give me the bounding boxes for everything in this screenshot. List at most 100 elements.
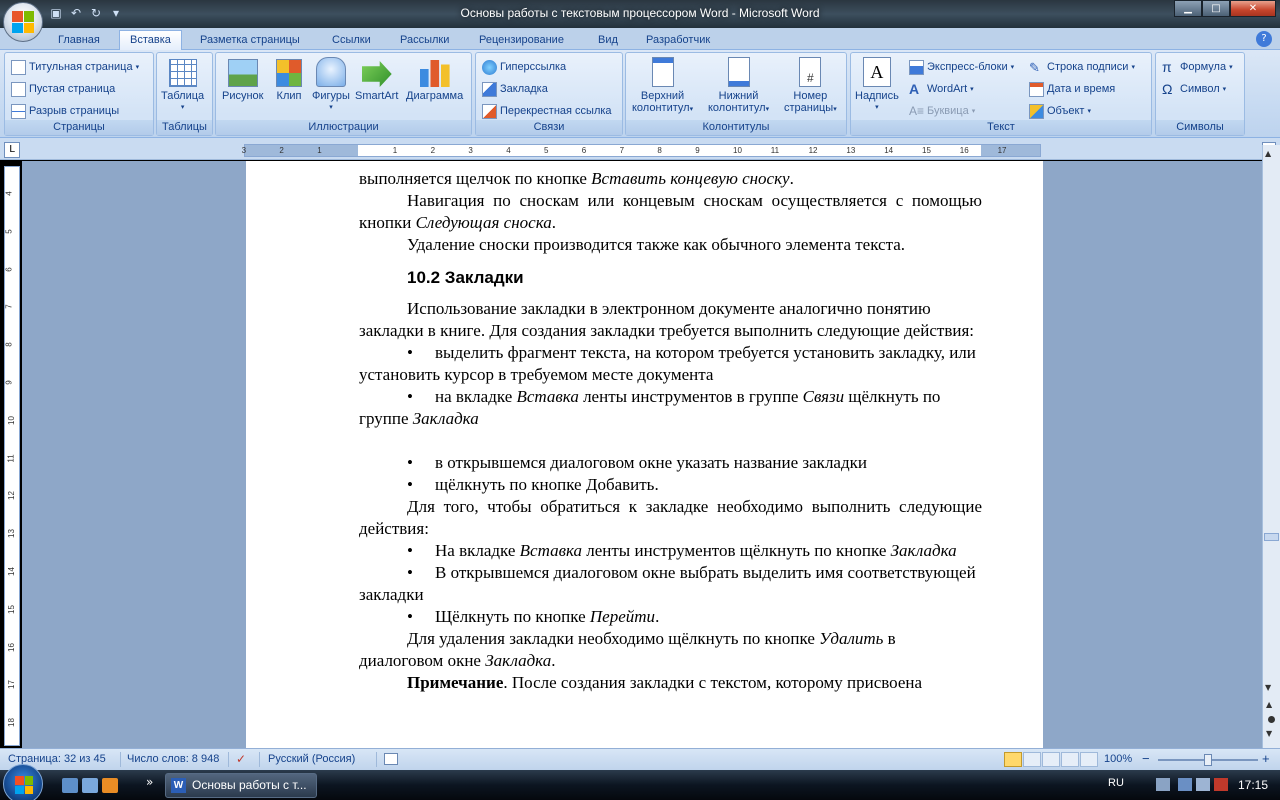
word-count[interactable]: Число слов: 8 948	[127, 753, 219, 765]
signature-line-button[interactable]: ✎ Строка подписи ▾	[1029, 57, 1135, 77]
tab-review[interactable]: Рецензирование	[469, 31, 574, 50]
zoom-slider[interactable]	[1158, 754, 1258, 766]
outline-view-button[interactable]	[1061, 752, 1079, 767]
vertical-scrollbar[interactable]: ▲ ▼ ▲ ▼	[1262, 145, 1280, 748]
office-button[interactable]	[3, 2, 43, 42]
dropcap-button[interactable]: A≡ Буквица ▾	[909, 101, 975, 121]
zoom-level[interactable]: 100%	[1104, 753, 1132, 765]
page-number-button[interactable]: # Номер страницы▾	[784, 57, 837, 116]
object-icon	[1029, 103, 1044, 119]
equation-button[interactable]: π Формула ▾	[1162, 57, 1233, 77]
textbox-button[interactable]: A Надпись ▾	[855, 57, 899, 114]
group-label: Символы	[1156, 120, 1244, 135]
scrollbar-thumb[interactable]	[1264, 533, 1279, 541]
show-desktop-icon[interactable]	[62, 778, 78, 793]
language-bar[interactable]: RU	[1108, 777, 1124, 789]
header-button[interactable]: Верхний колонтитул▾	[632, 57, 693, 116]
object-button[interactable]: Объект ▾	[1029, 101, 1091, 121]
help-icon[interactable]: ?	[1256, 31, 1272, 47]
volume-icon[interactable]	[1196, 778, 1210, 791]
ribbon-tabs: Главная Вставка Разметка страницы Ссылки…	[0, 28, 1280, 51]
bullet: •	[407, 607, 413, 626]
tab-references[interactable]: Ссылки	[322, 31, 381, 50]
start-button[interactable]	[3, 764, 43, 800]
tray-icon[interactable]	[1156, 778, 1170, 791]
shapes-button[interactable]: Фигуры ▾	[312, 57, 350, 114]
chart-button[interactable]: Диаграмма	[406, 57, 463, 102]
hyperlink-button[interactable]: Гиперссылка	[482, 57, 566, 77]
picture-button[interactable]: Рисунок	[222, 57, 264, 102]
media-player-icon[interactable]	[102, 778, 118, 793]
page-number-icon: #	[799, 57, 822, 87]
wordart-button[interactable]: A WordArt ▾	[909, 79, 974, 99]
clip-button[interactable]: Клип	[276, 57, 302, 102]
word-icon: W	[171, 778, 186, 793]
ruler-tick-label: 17	[997, 146, 1007, 155]
zoom-slider-knob[interactable]	[1204, 754, 1212, 766]
footer-icon	[727, 57, 750, 87]
vruler-tick-label: 9	[4, 380, 14, 385]
paragraph: Удаление сноски производится также как о…	[407, 235, 906, 254]
vruler-tick-label: 18	[6, 718, 16, 728]
maximize-button[interactable]: □	[1202, 0, 1230, 17]
switch-windows-icon[interactable]	[82, 778, 98, 793]
tab-mailings[interactable]: Рассылки	[390, 31, 459, 50]
document-page[interactable]: выполняется щелчок по кнопке Вставить ко…	[246, 161, 1043, 761]
language-indicator[interactable]: Русский (Россия)	[268, 753, 355, 765]
full-screen-reading-view-button[interactable]	[1023, 752, 1041, 767]
clock[interactable]: 17:15	[1238, 778, 1268, 792]
minimize-button[interactable]: ▁	[1174, 0, 1202, 17]
security-icon[interactable]	[1214, 778, 1228, 791]
symbol-button[interactable]: Ω Символ ▾	[1162, 79, 1226, 99]
table-button[interactable]: Таблица ▾	[161, 57, 204, 114]
proofing-icon[interactable]: ✓	[236, 753, 251, 766]
page-break-button[interactable]: Разрыв страницы	[11, 101, 119, 121]
close-button[interactable]: ✕	[1230, 0, 1276, 17]
tab-view[interactable]: Вид	[588, 31, 628, 50]
taskbar-item-word[interactable]: W Основы работы с т...	[165, 773, 317, 798]
zoom-out-button[interactable]: −	[1142, 751, 1150, 766]
draft-view-button[interactable]	[1080, 752, 1098, 767]
title-page-button[interactable]: Титульная страница ▾	[11, 57, 139, 77]
tab-developer[interactable]: Разработчик	[636, 31, 720, 50]
divider	[376, 752, 377, 767]
vertical-ruler[interactable]: 4 5 6 7 8 9 10 11 12 13 14 15 16 17 18	[4, 166, 20, 746]
vruler-tick-label: 11	[6, 453, 16, 463]
web-layout-view-button[interactable]	[1042, 752, 1060, 767]
network-icon[interactable]	[1178, 778, 1192, 791]
horizontal-ruler[interactable]: 3 2 1 1 2 3 4 5 6 7 8 9 10 11 12 13 14 15 16 17	[242, 144, 1041, 157]
macro-record-icon[interactable]	[384, 753, 398, 765]
footer-button[interactable]: Нижний колонтитул▾	[708, 57, 769, 116]
print-layout-view-button[interactable]	[1004, 752, 1022, 767]
vruler-tick-label: 8	[4, 342, 14, 347]
tab-selector[interactable]: L	[4, 142, 20, 158]
quick-parts-button[interactable]: Экспресс-блоки ▾	[909, 57, 1014, 77]
ruler-tick-label: 5	[544, 146, 549, 155]
tab-page-layout[interactable]: Разметка страницы	[190, 31, 310, 50]
scroll-up-icon[interactable]: ▲	[1265, 149, 1271, 158]
cross-reference-icon	[482, 103, 497, 119]
bookmark-button[interactable]: Закладка	[482, 79, 548, 99]
ruler-bar: L 3 2 1 1 2 3 4 5 6 7 8 9 10 11 12 13 14 15 16 17	[0, 138, 1280, 160]
previous-page-icon[interactable]: ▲	[1266, 700, 1272, 709]
quick-launch-more[interactable]: »	[146, 775, 153, 789]
tab-insert[interactable]: Вставка	[119, 30, 182, 51]
window-controls: ▁ □ ✕	[1174, 0, 1276, 17]
smartart-button[interactable]: SmartArt	[355, 57, 398, 102]
blank-page-button[interactable]: Пустая страница	[11, 79, 115, 99]
date-time-button[interactable]: Дата и время	[1029, 79, 1115, 99]
cross-reference-button[interactable]: Перекрестная ссылка	[482, 101, 612, 121]
document-text[interactable]: выполняется щелчок по кнопке Вставить ко…	[359, 168, 982, 694]
select-browse-object-icon[interactable]	[1268, 716, 1275, 723]
bookmark-icon	[482, 81, 497, 97]
section-heading: 10.2 Закладки	[407, 268, 524, 287]
group-header-footer: Верхний колонтитул▾ Нижний колонтитул▾ #…	[625, 52, 847, 136]
list-item: • На вкладке Вставка ленты инструментов щ…	[407, 541, 957, 560]
scroll-down-icon[interactable]: ▼	[1265, 683, 1271, 692]
zoom-in-button[interactable]: +	[1262, 751, 1270, 766]
next-page-icon[interactable]: ▼	[1266, 729, 1272, 738]
bullet: •	[407, 541, 413, 560]
tab-home[interactable]: Главная	[48, 31, 110, 50]
taskbar: » W Основы работы с т... RU 17:15	[0, 764, 1280, 800]
quick-parts-icon	[909, 59, 924, 75]
